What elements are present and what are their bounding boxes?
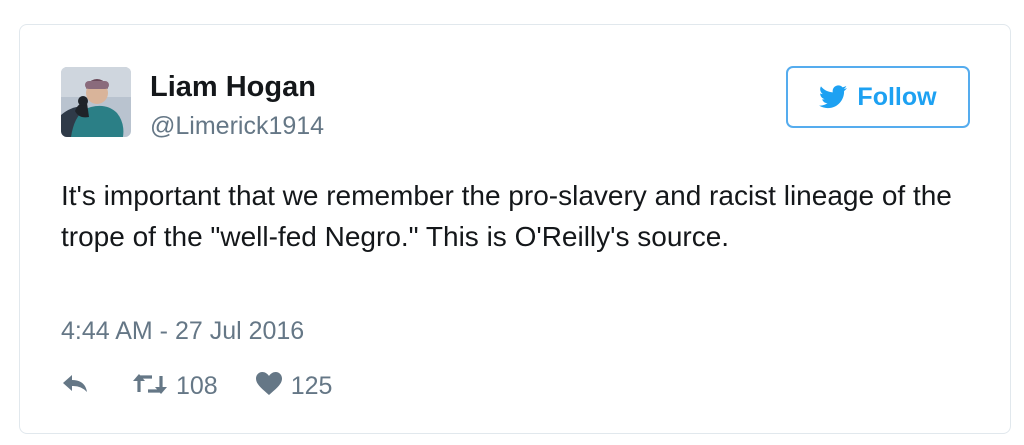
author-name[interactable]: Liam Hogan [150,70,316,104]
tweet-card: Liam Hogan @Limerick1914 Follow It's imp… [19,24,1011,434]
like-count: 125 [290,372,333,400]
follow-button[interactable]: Follow [786,66,970,128]
retweet-count: 108 [176,372,218,400]
tweet-timestamp[interactable]: 4:44 AM - 27 Jul 2016 [61,316,304,346]
tweet-actions: 108 125 [61,369,332,403]
heart-icon [255,371,282,401]
author-handle[interactable]: @Limerick1914 [150,111,324,141]
reply-icon [61,373,89,400]
retweet-button[interactable]: 108 [133,371,218,401]
twitter-bird-icon [819,85,848,109]
retweet-icon [133,372,167,401]
like-button[interactable]: 125 [255,371,333,401]
avatar[interactable] [61,67,131,137]
tweet-text: It's important that we remember the pro-… [61,180,952,252]
reply-button[interactable] [61,373,97,400]
follow-label: Follow [857,83,937,111]
